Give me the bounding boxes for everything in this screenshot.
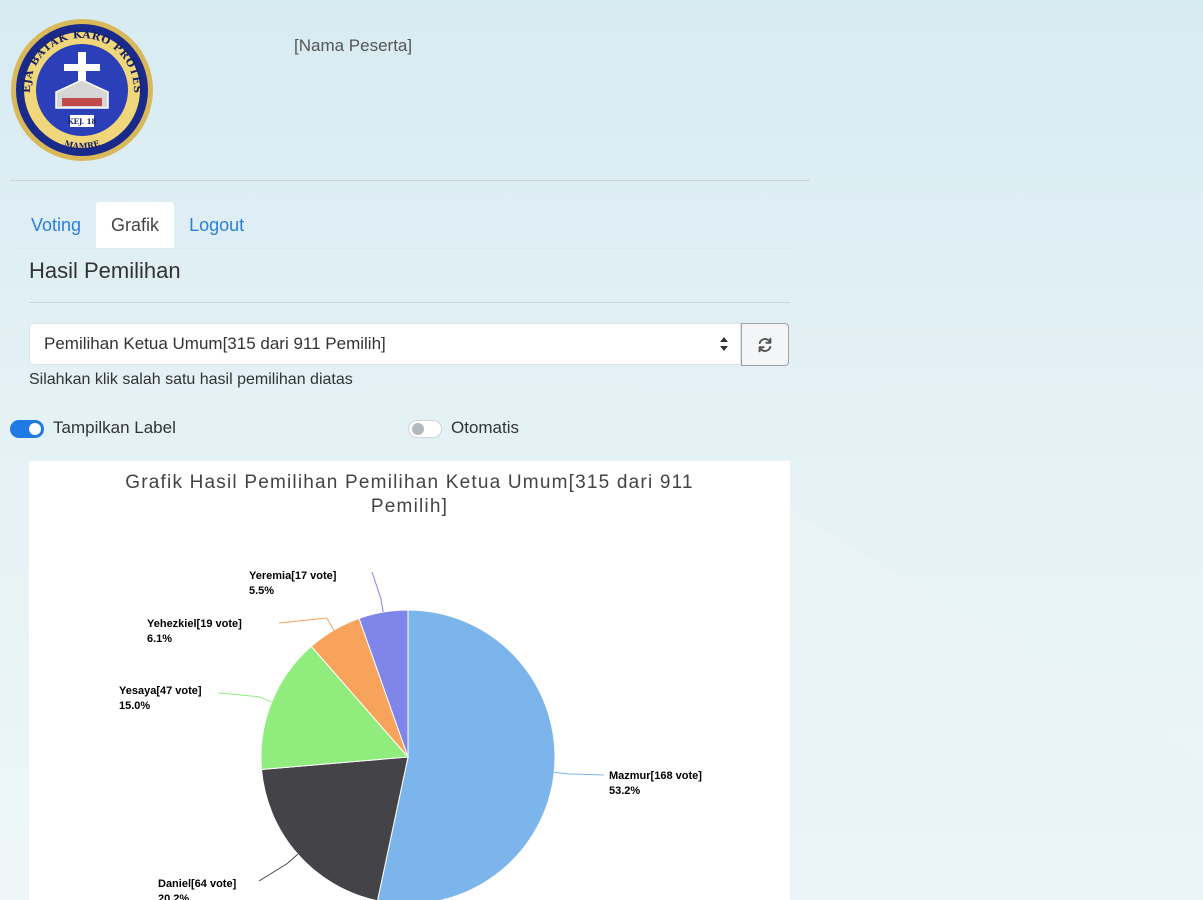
show-label-toggle-label: Tampilkan Label <box>53 418 176 437</box>
slice-percent-daniel: 20.2% <box>158 893 189 900</box>
slice-label-mazmur: Mazmur[168 vote] <box>609 770 702 782</box>
automatic-toggle[interactable] <box>408 420 442 438</box>
slice-percent-yehezkiel: 6.1% <box>147 633 172 645</box>
section-divider <box>29 302 790 303</box>
connector-yehezkiel <box>278 617 335 631</box>
header-divider <box>10 180 810 181</box>
toggle-knob <box>412 423 424 435</box>
tab-voting[interactable]: Voting <box>16 202 96 248</box>
refresh-button[interactable] <box>741 323 789 366</box>
connector-yeremia <box>371 571 384 613</box>
slice-percent-yesaya: 15.0% <box>119 700 150 712</box>
tabs-underline <box>16 248 790 249</box>
slice-label-yeremia: Yeremia[17 vote] <box>249 570 337 582</box>
automatic-toggle-label: Otomatis <box>451 418 520 437</box>
connector-yesaya <box>218 692 272 703</box>
tab-logout[interactable]: Logout <box>174 202 259 248</box>
slice-label-daniel: Daniel[64 vote] <box>158 878 237 890</box>
tab-grafik[interactable]: Grafik <box>96 202 175 248</box>
page-title: Hasil Pemilihan <box>29 258 181 283</box>
pie-chart: Mazmur[168 vote] 53.2% Daniel[64 vote] 20.2… <box>119 570 702 900</box>
page: GEREJA BATAK KARO PROTESTAN MAMRE KEJ. 1… <box>0 0 1203 900</box>
slice-label-yehezkiel: Yehezkiel[19 vote] <box>147 618 242 630</box>
select-arrows-icon <box>720 337 728 351</box>
connector-daniel <box>258 853 299 882</box>
election-select-value: Pemilihan Ketua Umum[315 dari 911 Pemili… <box>44 334 386 353</box>
helper-text: Silahkan klik salah satu hasil pemilihan… <box>29 371 353 388</box>
slice-percent-yeremia: 5.5% <box>249 585 274 597</box>
chart-card: Grafik Hasil Pemilihan Pemilihan Ketua U… <box>29 461 790 900</box>
election-select[interactable]: Pemilihan Ketua Umum[315 dari 911 Pemili… <box>29 323 741 365</box>
show-label-toggle[interactable] <box>10 420 44 438</box>
refresh-icon <box>758 337 772 352</box>
slice-label-yesaya: Yesaya[47 vote] <box>119 685 202 697</box>
nav-tabs: Voting Grafik Logout <box>16 202 259 248</box>
slice-percent-mazmur: 53.2% <box>609 785 640 797</box>
participant-name: [Nama Peserta] <box>294 36 413 55</box>
logo-center-text: KEJ. 18 <box>68 117 97 126</box>
church-logo: GEREJA BATAK KARO PROTESTAN MAMRE KEJ. 1… <box>10 18 153 161</box>
connector-mazmur <box>554 771 605 776</box>
toggle-knob <box>29 423 41 435</box>
